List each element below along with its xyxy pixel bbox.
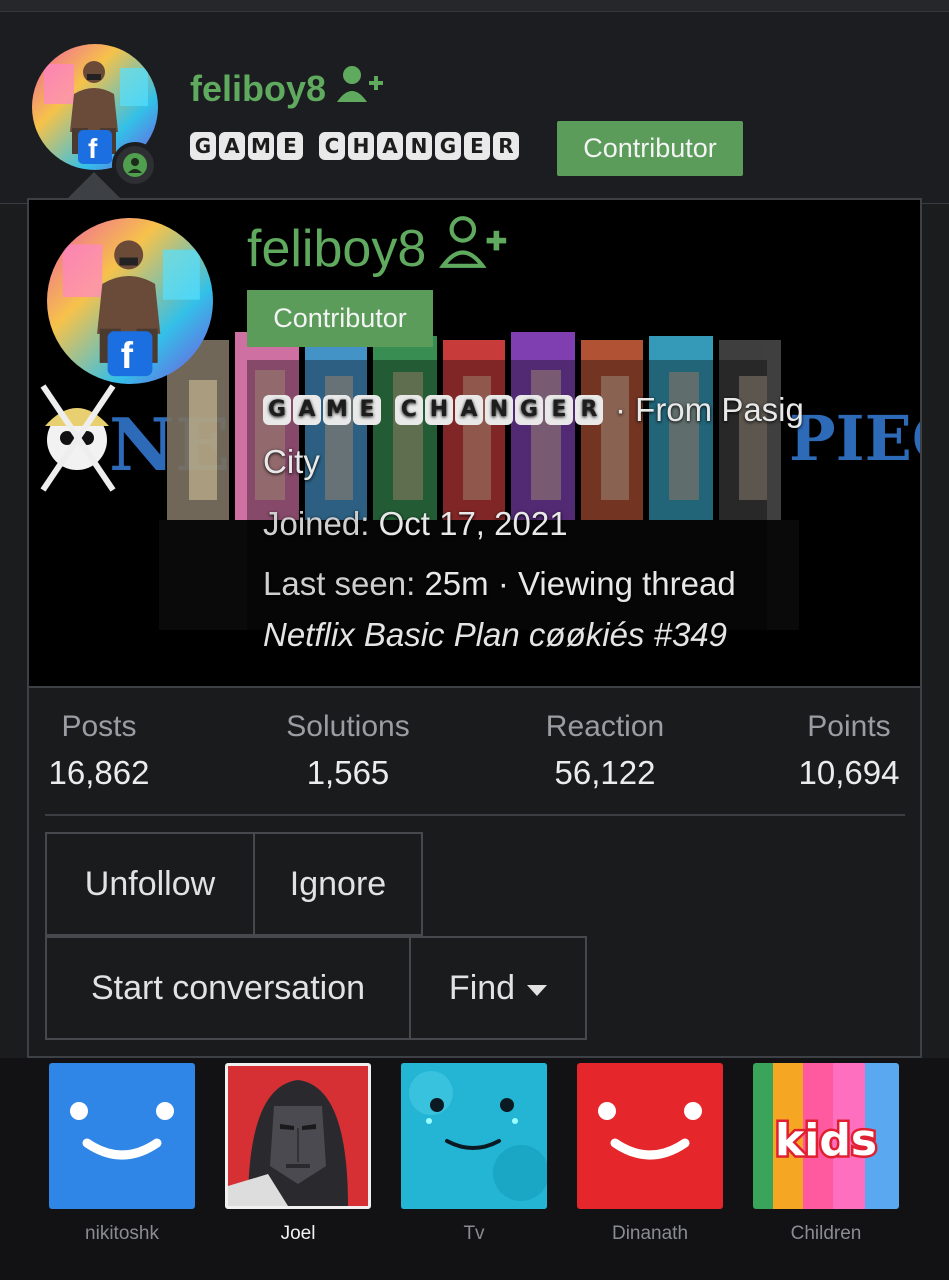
title-letter-gap [306, 132, 316, 160]
start-conversation-button[interactable]: Start conversation [45, 936, 411, 1040]
title-letter: N [406, 132, 432, 160]
title-letter: A [219, 132, 245, 160]
top-bar [0, 0, 949, 12]
profile-banner: NE [29, 200, 920, 686]
kids-logo-text: kids [775, 1115, 877, 1166]
title-letter: G [435, 132, 461, 160]
card-user-title: GAMECHANGER [263, 395, 603, 425]
blue-furry-monster-avatar [401, 1063, 547, 1209]
smile-icon [49, 1063, 195, 1209]
stat-value: 56,122 [554, 754, 656, 791]
follow-user-icon[interactable] [438, 214, 510, 283]
title-letter: M [323, 395, 351, 425]
last-seen-line: Last seen: 25m · Viewing thread [263, 558, 903, 610]
profile-dinanath[interactable]: Dinanath [577, 1063, 723, 1245]
smile-icon [577, 1063, 723, 1209]
last-seen-value: 25m · Viewing thread [424, 565, 736, 602]
svg-text:f: f [88, 133, 98, 164]
card-username[interactable]: feliboy8 [247, 219, 426, 279]
stat-label: Solutions [286, 710, 410, 743]
follow-user-icon[interactable] [336, 64, 384, 113]
last-seen-label: Last seen: [263, 565, 416, 602]
title-letter-gap [383, 395, 393, 425]
viewing-thread-link[interactable]: Netflix Basic Plan cøøkiés #349 [263, 610, 903, 660]
kids-logo: kids [753, 1063, 899, 1209]
stat-value: 10,694 [798, 754, 900, 791]
svg-text:f: f [121, 335, 134, 376]
user-stats: Posts 16,862 Solutions 1,565 Reaction 56… [29, 686, 920, 816]
profile-children[interactable]: kids Children [753, 1063, 899, 1245]
joined-value: Oct 17, 2021 [378, 505, 568, 542]
user-info-block: GAMECHANGER · From Pasig City Joined: Oc… [263, 384, 903, 660]
title-letter: R [575, 395, 603, 425]
card-user-avatar[interactable]: f [47, 218, 213, 384]
masked-figure-avatar [225, 1063, 371, 1209]
title-letter: N [485, 395, 513, 425]
title-letter: A [377, 132, 403, 160]
title-letter: M [248, 132, 274, 160]
profile-name: Tv [463, 1223, 485, 1244]
card-username-row: feliboy8 [247, 214, 510, 283]
find-label: Find [448, 968, 516, 1007]
profile-selector: nikitoshk Joel Tv Dinanath kids Children [0, 1058, 949, 1280]
title-letter: E [545, 395, 573, 425]
profile-nikitoshk[interactable]: nikitoshk [49, 1063, 195, 1245]
title-letter: G [263, 395, 291, 425]
title-letter: H [348, 132, 374, 160]
caret-down-icon [527, 984, 548, 996]
card-contributor-badge: Contributor [247, 290, 433, 347]
stat-label: Points [807, 710, 891, 743]
profile-tv[interactable]: Tv [401, 1063, 547, 1245]
profile-name: Joel [280, 1223, 316, 1244]
stat-value: 16,862 [48, 754, 150, 791]
title-letter: E [464, 132, 490, 160]
stat-solutions[interactable]: Solutions 1,565 [275, 710, 421, 792]
profile-name: nikitoshk [85, 1223, 159, 1244]
header-user-title: GAMECHANGER [190, 132, 519, 160]
location-prefix: · From Pasig [615, 391, 804, 428]
title-letter: R [493, 132, 519, 160]
title-letter: A [293, 395, 321, 425]
stat-reaction[interactable]: Reaction 56,122 [535, 710, 675, 792]
title-letter: E [353, 395, 381, 425]
profile-joel[interactable]: Joel [225, 1063, 371, 1245]
stat-points[interactable]: Points 10,694 [789, 710, 909, 792]
stat-label: Reaction [545, 710, 665, 743]
title-letter: G [190, 132, 216, 160]
title-letter: G [515, 395, 543, 425]
member-tooltip: NE [27, 198, 922, 1058]
title-letter: A [455, 395, 483, 425]
stat-label: Posts [61, 710, 137, 743]
joined-label: Joined: [263, 505, 370, 542]
stat-value: 1,565 [306, 754, 390, 791]
joined-line: Joined: Oct 17, 2021 [263, 498, 903, 550]
user-header: f feliboy8 GAMECHANGER Contributor [0, 12, 949, 204]
header-username[interactable]: feliboy8 [190, 68, 326, 110]
header-contributor-badge: Contributor [557, 121, 743, 176]
unfollow-button[interactable]: Unfollow [45, 832, 255, 936]
title-location-line: GAMECHANGER · From Pasig [263, 384, 903, 436]
ignore-button[interactable]: Ignore [253, 832, 423, 936]
profile-name: Dinanath [611, 1223, 689, 1244]
location-suffix: City [263, 443, 320, 480]
profile-name: Children [790, 1223, 862, 1244]
tooltip-pointer [68, 172, 120, 198]
title-letter: H [425, 395, 453, 425]
title-letter: E [277, 132, 303, 160]
title-letter: C [395, 395, 423, 425]
stat-posts[interactable]: Posts 16,862 [47, 710, 151, 792]
find-dropdown-button[interactable]: Find [409, 936, 587, 1040]
header-username-row: feliboy8 [190, 64, 384, 113]
title-letter: C [319, 132, 345, 160]
stats-divider [45, 814, 905, 816]
